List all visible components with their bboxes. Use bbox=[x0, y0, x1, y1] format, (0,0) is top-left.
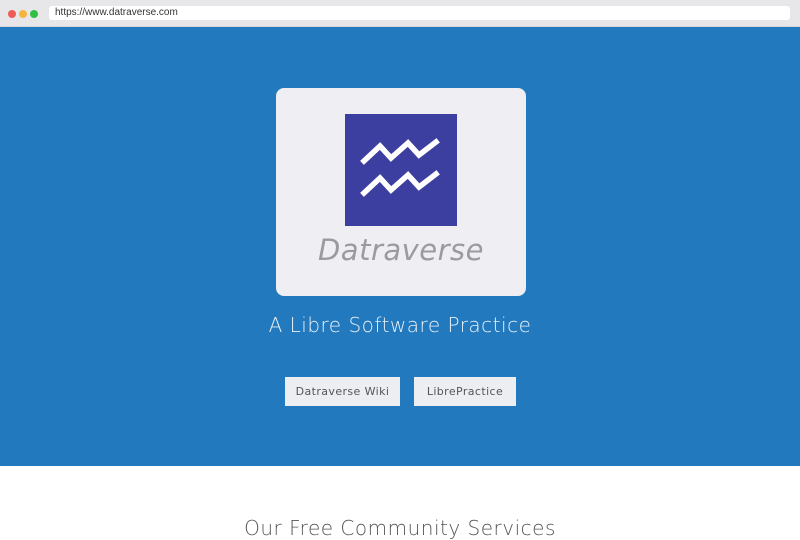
datraverse-wiki-button[interactable]: Datraverse Wiki bbox=[285, 377, 400, 406]
hero-section: Datraverse A Libre Software Practice Dat… bbox=[0, 27, 800, 466]
window-close-icon[interactable] bbox=[8, 10, 16, 18]
address-bar[interactable]: https://www.datraverse.com bbox=[49, 6, 790, 20]
datraverse-logo-icon bbox=[345, 114, 457, 226]
hero-tagline: A Libre Software Practice bbox=[268, 313, 532, 337]
window-minimize-icon[interactable] bbox=[19, 10, 27, 18]
browser-toolbar: https://www.datraverse.com bbox=[0, 0, 800, 27]
section-heading: Our Free Community Services bbox=[244, 516, 556, 540]
window-maximize-icon[interactable] bbox=[30, 10, 38, 18]
logo-wordmark: Datraverse bbox=[317, 233, 485, 267]
librepractice-button[interactable]: LibrePractice bbox=[414, 377, 516, 406]
logo-card[interactable]: Datraverse bbox=[276, 88, 526, 296]
